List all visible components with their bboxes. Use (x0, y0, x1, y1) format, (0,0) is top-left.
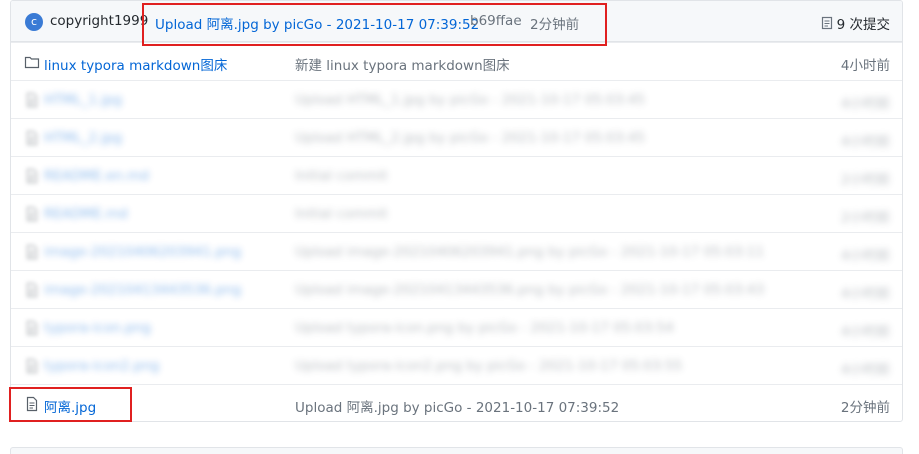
file-commit-message-link[interactable]: Upload image-20210413443536.png by picGo… (295, 282, 764, 298)
file-age: 4小时前 (840, 286, 890, 302)
file-commit-message-link[interactable]: Upload image-20210406203941.png by picGo… (295, 244, 764, 260)
file-age: 2小时前 (840, 210, 890, 226)
file-row: HTML_1.jpg Upload HTML_1.jpg by picGo - 2… (11, 80, 902, 118)
file-name-link[interactable]: HTML_1.jpg (44, 92, 122, 108)
commit-message-link[interactable]: Upload 阿离.jpg by picGo - 2021-10-17 07:3… (155, 13, 479, 33)
file-name-link[interactable]: typora-icon.png (44, 320, 151, 336)
file-row: typora-icon2.png Upload typora-icon2.png … (11, 346, 902, 384)
file-commit-message-link[interactable]: Upload typora-icon.png by picGo - 2021-1… (295, 320, 674, 336)
file-row: README.md Initial commit 2小时前 (11, 194, 902, 232)
file-name-link[interactable]: image-20210406203941.png (44, 244, 241, 260)
file-age: 4小时前 (840, 58, 890, 74)
file-age: 4小时前 (840, 134, 890, 150)
commit-sha-link[interactable]: b69ffae (470, 13, 522, 29)
folder-icon (24, 54, 40, 70)
file-icon (24, 320, 40, 336)
commit-age: 2分钟前 (530, 17, 580, 33)
file-icon (24, 396, 40, 412)
file-icon (24, 92, 40, 108)
file-age: 4小时前 (840, 362, 890, 378)
file-name-link[interactable]: README.en.md (44, 168, 149, 184)
file-row: 阿离.jpg Upload 阿离.jpg by picGo - 2021-10-1… (11, 384, 902, 421)
file-age: 4小时前 (840, 248, 890, 264)
commit-author-link[interactable]: copyright1999 (50, 13, 148, 29)
file-commit-message-link[interactable]: Upload HTML_2.jpg by picGo - 2021-10-17 … (295, 130, 645, 146)
file-commit-message-link[interactable]: 新建 linux typora markdown图床 (295, 54, 510, 74)
file-icon (24, 206, 40, 222)
file-icon (24, 244, 40, 260)
file-commit-message-link[interactable]: Upload typora-icon2.png by picGo - 2021-… (295, 358, 682, 374)
file-icon (24, 130, 40, 146)
file-row: README.en.md Initial commit 2小时前 (11, 156, 902, 194)
file-age: 2分钟前 (840, 400, 890, 416)
file-name-link[interactable]: typora-icon2.png (44, 358, 159, 374)
file-name-link[interactable]: image-20210413443536.png (44, 282, 241, 298)
history-icon (821, 16, 832, 30)
file-row: linux typora markdown图床 新建 linux typora m… (11, 42, 902, 80)
file-list-box: c copyright1999 Upload 阿离.jpg by picGo -… (10, 0, 903, 422)
file-row: typora-icon.png Upload typora-icon.png by… (11, 308, 902, 346)
file-name-link[interactable]: README.md (44, 206, 128, 222)
file-commit-message-link[interactable]: Initial commit (295, 168, 388, 184)
file-age: 4小时前 (840, 96, 890, 112)
file-name-link[interactable]: linux typora markdown图床 (44, 54, 227, 74)
file-age: 2小时前 (840, 172, 890, 188)
latest-commit-bar: c copyright1999 Upload 阿离.jpg by picGo -… (11, 1, 902, 42)
file-commit-message-link[interactable]: Upload HTML_1.jpg by picGo - 2021-10-17 … (295, 92, 645, 108)
file-commit-message-link[interactable]: Upload 阿离.jpg by picGo - 2021-10-17 07:3… (295, 396, 619, 416)
file-icon (24, 358, 40, 374)
file-row: image-20210406203941.png Upload image-202… (11, 232, 902, 270)
readme-box (10, 447, 903, 454)
author-avatar[interactable]: c (25, 13, 43, 31)
commits-count: 9 次提交 (836, 17, 890, 33)
file-icon (24, 282, 40, 298)
file-name-link[interactable]: HTML_2.jpg (44, 130, 122, 146)
file-commit-message-link[interactable]: Initial commit (295, 206, 388, 222)
file-icon (24, 168, 40, 184)
file-row: HTML_2.jpg Upload HTML_2.jpg by picGo - 2… (11, 118, 902, 156)
file-age: 4小时前 (840, 324, 890, 340)
commit-history-link[interactable]: 9 次提交 (821, 13, 890, 33)
file-name-link[interactable]: 阿离.jpg (44, 396, 96, 416)
file-row: image-20210413443536.png Upload image-202… (11, 270, 902, 308)
